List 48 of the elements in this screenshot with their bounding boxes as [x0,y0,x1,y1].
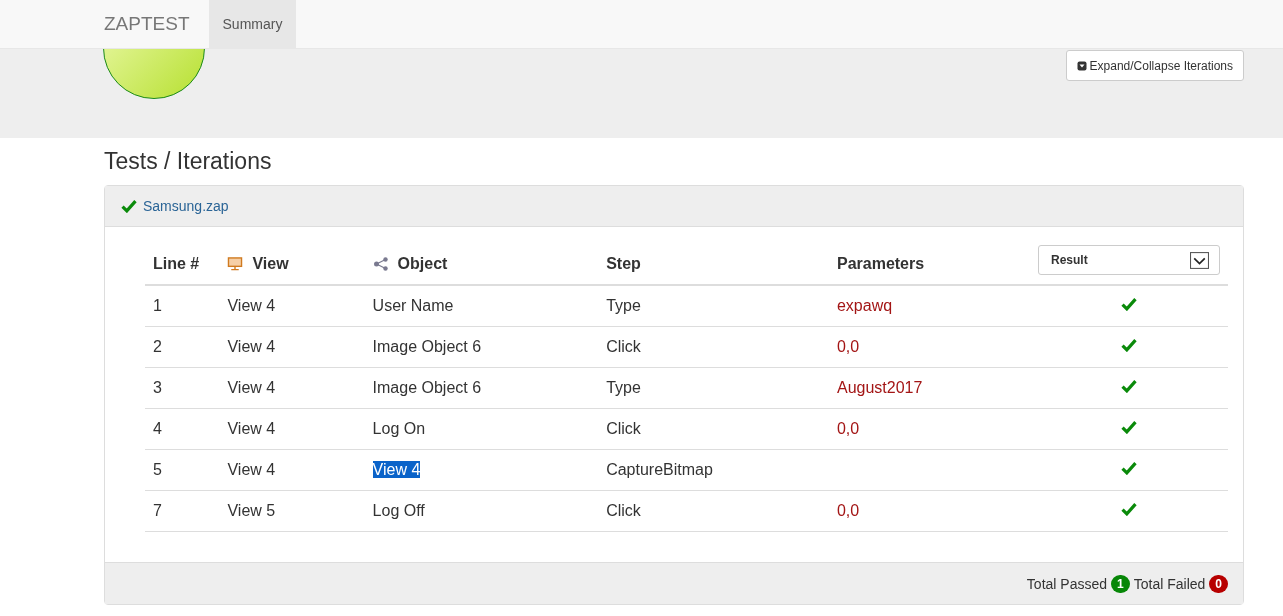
object-cell: Image Object 6 [372,379,482,396]
parameter-cell: 0,0 [836,338,860,355]
view-cell: View 4 [227,338,276,355]
share-icon [372,257,389,271]
step-cell: Click [606,420,641,437]
line-number: 1 [153,297,162,314]
passed-count: 1 [1111,574,1130,593]
view-cell: View 4 [227,420,276,437]
brand-logo[interactable]: ZAPTEST [104,0,190,48]
step-cell: Click [606,338,641,355]
column-header: Line # [153,255,200,272]
object-cell: View 4 [372,461,421,478]
total-passed-label: Total Passed [1026,575,1108,592]
step-cell: Type [606,297,641,314]
failed-count: 0 [1209,574,1228,593]
step-cell: Type [606,379,641,396]
total-failed-label: Total Failed [1133,575,1206,592]
parameter-cell: 0,0 [836,502,860,519]
step-cell: CaptureBitmap [606,461,713,478]
line-number: 4 [153,420,162,437]
line-number: 3 [153,379,162,396]
collapse-icon [1076,60,1087,71]
parameter-cell: expawq [836,297,893,314]
column-header: Parameters [836,255,925,272]
view-cell: View 4 [227,379,276,396]
object-cell: User Name [372,297,454,314]
object-cell: Log On [372,420,426,437]
result-filter-dropdown[interactable]: Result [1038,245,1220,275]
line-number: 5 [153,461,162,478]
nav-tab[interactable]: Summary [208,0,297,48]
column-header: Step [606,255,641,272]
object-cell: Log Off [372,502,425,519]
line-number: 2 [153,338,162,355]
iteration-link[interactable]: Samsung.zap [143,198,229,214]
caret-icon [1190,251,1209,269]
monitor-icon [227,257,244,271]
view-cell: View 4 [227,297,276,314]
column-header: View [252,255,289,272]
section-title: Tests / Iterations [104,148,273,175]
step-cell: Click [606,502,641,519]
column-header: Object [397,255,448,272]
object-cell: Image Object 6 [372,338,482,355]
parameter-cell: August2017 [836,379,923,396]
view-cell: View 5 [227,502,276,519]
parameter-cell: 0,0 [836,420,860,437]
expand-collapse-button[interactable]: Expand/Collapse Iterations [1065,50,1244,81]
view-cell: View 4 [227,461,276,478]
line-number: 7 [153,502,162,519]
